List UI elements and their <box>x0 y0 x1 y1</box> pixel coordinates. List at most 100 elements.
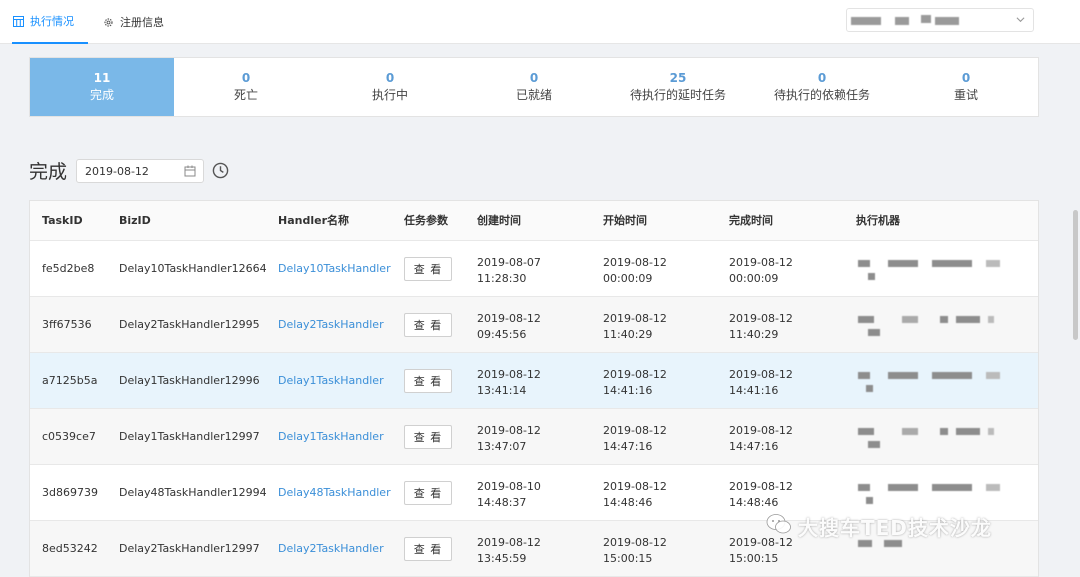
stat-count: 0 <box>529 71 539 85</box>
biz-id: Delay48TaskHandler12994 <box>119 486 267 499</box>
view-params-button[interactable]: 查 看 <box>404 257 452 281</box>
created-time: 2019-08-12 13:41:14 <box>477 368 541 397</box>
biz-id: Delay2TaskHandler12997 <box>119 542 260 555</box>
tab-registration[interactable]: 注册信息 <box>102 0 164 44</box>
stat-completed[interactable]: 11 完成 <box>30 58 174 116</box>
stat-count: 0 <box>817 71 827 85</box>
redacted-machine <box>858 315 1008 341</box>
created-time: 2019-08-12 09:45:56 <box>477 312 541 341</box>
biz-id: Delay2TaskHandler12995 <box>119 318 260 331</box>
finished-time: 2019-08-12 14:47:16 <box>729 424 793 453</box>
stat-label: 死亡 <box>233 88 258 102</box>
created-time: 2019-08-10 14:48:37 <box>477 480 541 509</box>
finished-time: 2019-08-12 00:00:09 <box>729 256 793 285</box>
tab-execution-label: 执行情况 <box>30 15 74 28</box>
handler-link[interactable]: Delay2TaskHandler <box>278 297 384 353</box>
col-handler: Handler名称 <box>278 214 349 227</box>
section-title: 完成 <box>29 161 68 183</box>
started-time: 2019-08-12 14:41:16 <box>603 368 667 397</box>
task-id: 8ed53242 <box>42 542 98 555</box>
col-created: 创建时间 <box>477 214 521 227</box>
redacted-text <box>935 17 959 25</box>
view-params-button[interactable]: 查 看 <box>404 369 452 393</box>
task-id: 3d869739 <box>42 486 98 499</box>
stat-label: 执行中 <box>371 88 408 102</box>
redacted-machine <box>858 259 1008 285</box>
started-time: 2019-08-12 14:47:16 <box>603 424 667 453</box>
table-row[interactable]: c0539ce7 Delay1TaskHandler12997 Delay1Ta… <box>30 409 1038 465</box>
calendar-icon <box>184 165 196 180</box>
view-params-button[interactable]: 查 看 <box>404 481 452 505</box>
task-id: 3ff67536 <box>42 318 92 331</box>
table-header: TaskID BizID Handler名称 任务参数 创建时间 开始时间 完成… <box>30 201 1038 241</box>
gear-icon <box>102 16 114 28</box>
chevron-down-icon <box>1016 14 1025 27</box>
handler-link[interactable]: Delay48TaskHandler <box>278 465 391 521</box>
task-id: a7125b5a <box>42 374 98 387</box>
view-params-button[interactable]: 查 看 <box>404 313 452 337</box>
col-task-id: TaskID <box>42 214 83 227</box>
redacted-text <box>895 17 909 25</box>
stat-running[interactable]: 0 执行中 <box>318 58 462 116</box>
col-started: 开始时间 <box>603 214 647 227</box>
wechat-icon <box>766 513 792 540</box>
stat-label: 待执行的依赖任务 <box>773 88 870 102</box>
finished-time: 2019-08-12 14:41:16 <box>729 368 793 397</box>
stat-ready[interactable]: 0 已就绪 <box>462 58 606 116</box>
tab-registration-label: 注册信息 <box>120 16 164 29</box>
redacted-text <box>851 17 881 25</box>
stat-count: 0 <box>241 71 251 85</box>
stat-dependency-pending[interactable]: 0 待执行的依赖任务 <box>750 58 894 116</box>
clock-icon[interactable] <box>212 162 229 182</box>
user-dropdown[interactable] <box>846 8 1034 32</box>
handler-link[interactable]: Delay1TaskHandler <box>278 409 384 465</box>
stat-dead[interactable]: 0 死亡 <box>174 58 318 116</box>
redacted-machine <box>858 483 1008 509</box>
col-params: 任务参数 <box>404 214 448 227</box>
stat-count: 0 <box>961 71 971 85</box>
date-picker[interactable]: 2019-08-12 <box>76 159 204 183</box>
redacted-machine <box>858 427 1008 453</box>
created-time: 2019-08-12 13:47:07 <box>477 424 541 453</box>
biz-id: Delay1TaskHandler12996 <box>119 374 260 387</box>
finished-time: 2019-08-12 11:40:29 <box>729 312 793 341</box>
stat-delayed-pending[interactable]: 25 待执行的延时任务 <box>606 58 750 116</box>
biz-id: Delay1TaskHandler12997 <box>119 430 260 443</box>
col-machine: 执行机器 <box>856 214 900 227</box>
created-time: 2019-08-12 13:45:59 <box>477 536 541 565</box>
stat-retry[interactable]: 0 重试 <box>894 58 1038 116</box>
col-finished: 完成时间 <box>729 214 773 227</box>
watermark: 大搜车TED技术沙龙 <box>766 512 992 541</box>
started-time: 2019-08-12 11:40:29 <box>603 312 667 341</box>
tab-execution[interactable]: 执行情况 <box>12 0 88 44</box>
stat-label: 待执行的延时任务 <box>629 88 726 102</box>
stat-count: 25 <box>669 71 687 85</box>
stat-label: 已就绪 <box>515 88 552 102</box>
view-params-button[interactable]: 查 看 <box>404 425 452 449</box>
stat-label: 重试 <box>953 88 978 102</box>
started-time: 2019-08-12 00:00:09 <box>603 256 667 285</box>
view-params-button[interactable]: 查 看 <box>404 537 452 561</box>
redacted-machine <box>858 371 1008 397</box>
grid-icon <box>12 15 24 27</box>
handler-link[interactable]: Delay1TaskHandler <box>278 353 384 409</box>
started-time: 2019-08-12 14:48:46 <box>603 480 667 509</box>
top-nav: 执行情况 注册信息 <box>0 0 1080 44</box>
handler-link[interactable]: Delay2TaskHandler <box>278 521 384 577</box>
redacted-text <box>921 15 931 23</box>
date-value: 2019-08-12 <box>85 164 149 178</box>
status-summary: 11 完成 0 死亡 0 执行中 0 已就绪 25 待执行的延时任务 0 待执行… <box>29 57 1039 117</box>
stat-label: 完成 <box>89 88 114 102</box>
created-time: 2019-08-07 11:28:30 <box>477 256 541 285</box>
task-id: fe5d2be8 <box>42 262 95 275</box>
stat-count: 11 <box>93 71 111 85</box>
table-row[interactable]: 3ff67536 Delay2TaskHandler12995 Delay2Ta… <box>30 297 1038 353</box>
vertical-scrollbar[interactable] <box>1073 210 1078 340</box>
col-biz-id: BizID <box>119 214 151 227</box>
table-row[interactable]: fe5d2be8 Delay10TaskHandler12664 Delay10… <box>30 241 1038 297</box>
biz-id: Delay10TaskHandler12664 <box>119 262 267 275</box>
table-row[interactable]: a7125b5a Delay1TaskHandler12996 Delay1Ta… <box>30 353 1038 409</box>
finished-time: 2019-08-12 14:48:46 <box>729 480 793 509</box>
handler-link[interactable]: Delay10TaskHandler <box>278 241 391 297</box>
redacted-machine <box>858 539 1008 565</box>
